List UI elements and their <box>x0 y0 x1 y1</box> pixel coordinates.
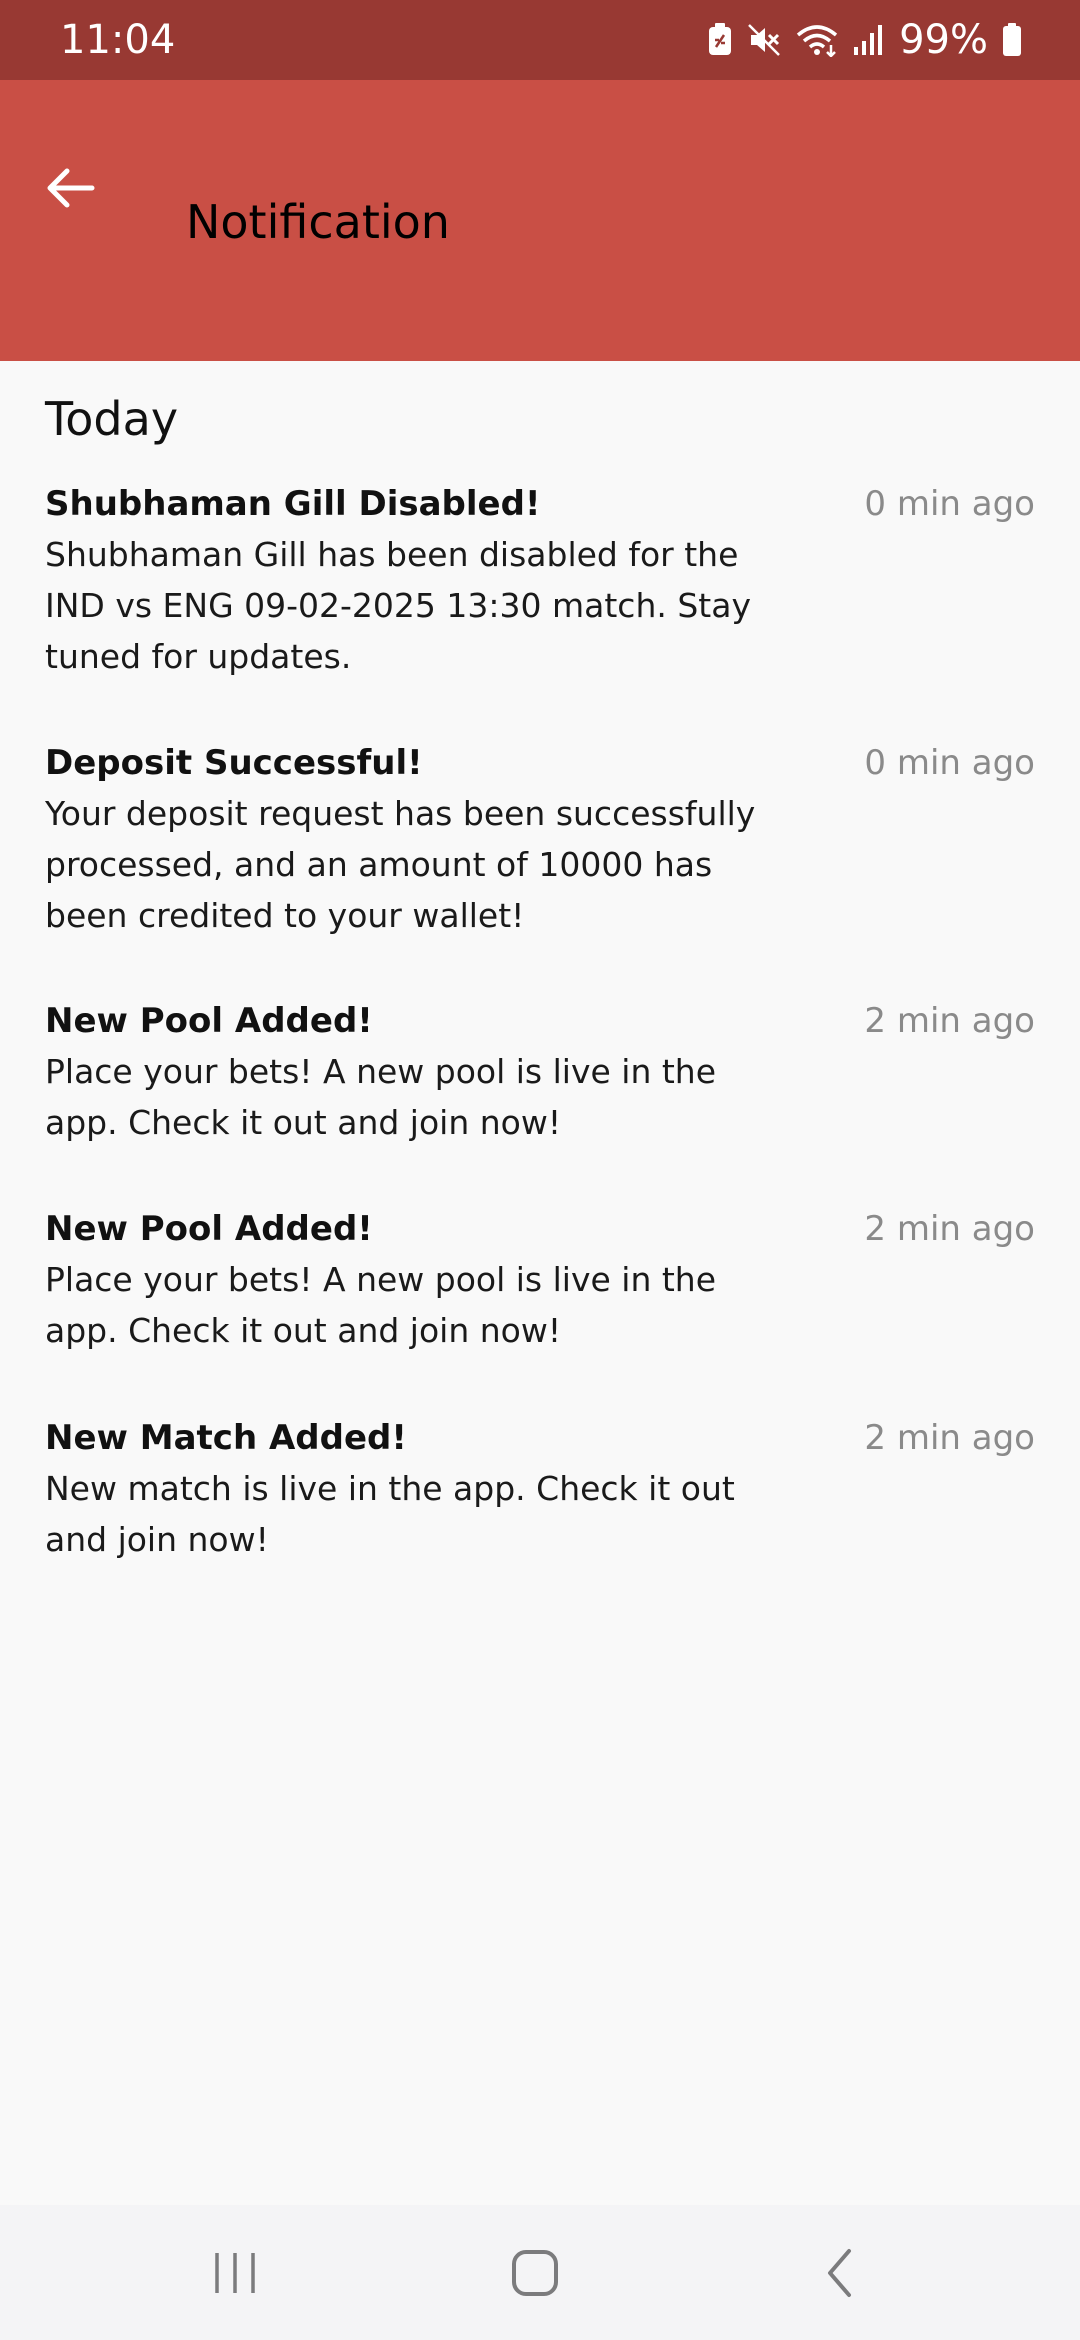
battery-icon <box>1002 23 1022 57</box>
notification-item[interactable]: New Pool Added! 2 min ago Place your bet… <box>45 996 1035 1148</box>
page-title: Notification <box>186 195 450 249</box>
notification-item[interactable]: New Match Added! 2 min ago New match is … <box>45 1413 1035 1565</box>
arrow-left-icon <box>45 166 95 214</box>
mute-icon <box>747 23 781 57</box>
notification-body: Place your bets! A new pool is live in t… <box>45 1052 717 1142</box>
system-back-button[interactable] <box>785 2235 895 2315</box>
wifi-icon <box>795 23 839 57</box>
back-icon <box>823 2248 857 2302</box>
notification-time: 2 min ago <box>864 1001 1035 1041</box>
status-bar: 11:04 99% <box>0 0 1080 80</box>
system-nav-bar <box>0 2205 1080 2340</box>
notification-time: 2 min ago <box>864 1418 1035 1458</box>
signal-icon <box>853 23 885 57</box>
notification-time: 2 min ago <box>864 1209 1035 1249</box>
section-title-today: Today <box>45 392 179 446</box>
notification-body: Your deposit request has been successful… <box>45 794 756 935</box>
back-button[interactable] <box>30 150 110 230</box>
notification-time: 0 min ago <box>864 743 1035 783</box>
battery-percentage: 99% <box>899 17 988 63</box>
notification-item[interactable]: New Pool Added! 2 min ago Place your bet… <box>45 1204 1035 1356</box>
home-button[interactable] <box>480 2235 590 2315</box>
notification-body: Place your bets! A new pool is live in t… <box>45 1260 717 1350</box>
recent-apps-icon <box>212 2251 258 2299</box>
recent-apps-button[interactable] <box>180 2235 290 2315</box>
notification-body: Shubhaman Gill has been disabled for the… <box>45 535 751 676</box>
notification-time: 0 min ago <box>864 484 1035 524</box>
notification-item[interactable]: Deposit Successful! 0 min ago Your depos… <box>45 738 1035 941</box>
status-time: 11:04 <box>60 17 176 63</box>
app-bar <box>0 80 1080 361</box>
notification-item[interactable]: Shubhaman Gill Disabled! 0 min ago Shubh… <box>45 479 1035 682</box>
battery-saver-icon <box>707 23 733 57</box>
notification-body: New match is live in the app. Check it o… <box>45 1469 735 1559</box>
home-icon <box>510 2248 560 2302</box>
status-icons: 99% <box>707 16 1022 64</box>
